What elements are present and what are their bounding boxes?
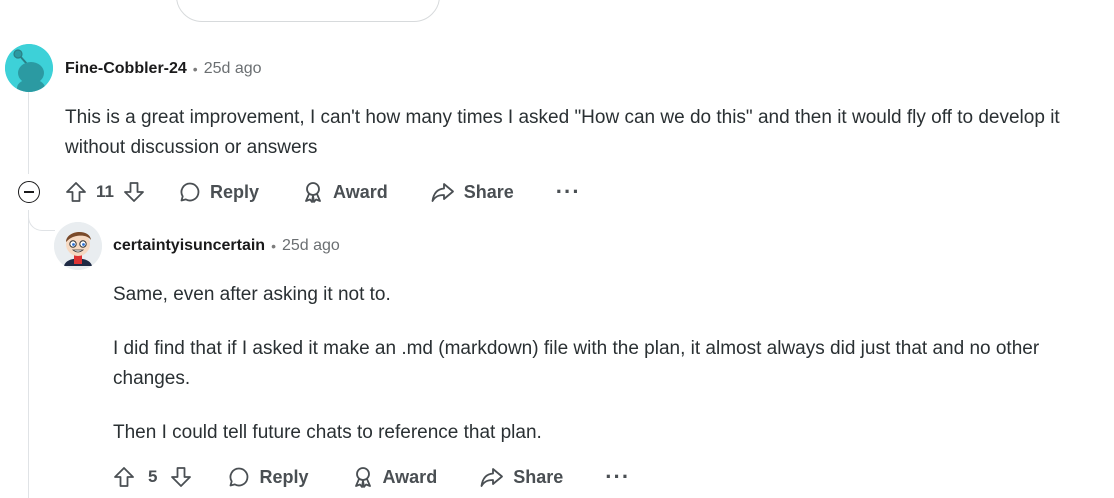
speech-bubble-icon [230,467,249,487]
comment-paragraph: Then I could tell future chats to refere… [113,422,542,443]
thread-line [28,92,29,174]
comment-actions: 5 Reply Award Share ··· [112,459,630,495]
comment-timestamp[interactable]: 25d ago [204,60,262,78]
award-button[interactable]: Award [301,180,388,204]
comment-meta: Fine-Cobbler-24 • 25d ago [65,58,262,80]
reply-button[interactable]: Reply [178,180,259,204]
comment-body: This is a great improvement, I can't how… [65,103,1095,163]
speech-bubble-icon [180,182,200,202]
snoo-avatar-icon [5,44,53,92]
comment-paragraph: Same, even after asking it not to. [113,284,391,305]
downvote-icon[interactable] [122,180,146,204]
downvote-icon[interactable] [169,465,193,489]
vote-group: 11 [64,180,146,204]
share-label: Share [513,466,564,487]
meta-separator: • [271,238,276,254]
award-icon [354,467,371,488]
more-options-button[interactable]: ··· [556,181,581,203]
comment-timestamp[interactable]: 25d ago [282,237,340,255]
share-button[interactable]: Share [479,465,563,489]
avatar[interactable] [5,44,53,92]
minus-icon [24,191,34,193]
comment-actions: 11 Reply Award Share ··· [64,174,581,210]
award-button[interactable]: Award [351,465,438,489]
meta-separator: • [192,61,198,77]
collapse-thread-button[interactable] [18,181,40,203]
cartoon-avatar-icon [54,222,102,270]
comment-body: Same, even after asking it not to. I did… [113,280,1098,448]
reply-button[interactable]: Reply [227,465,309,489]
vote-count: 5 [148,467,158,486]
vote-count: 11 [96,182,114,201]
upvote-icon[interactable] [112,465,136,489]
award-label: Award [382,466,438,487]
upvote-icon[interactable] [64,180,88,204]
share-button[interactable]: Share [430,180,514,204]
comment-paragraph: I did find that if I asked it make an .m… [113,338,1040,389]
reply-label: Reply [259,466,309,487]
author-name[interactable]: certaintyisuncertain [113,237,265,255]
award-icon [305,182,321,203]
thread-branch [28,210,55,231]
reply-label: Reply [209,181,260,202]
share-icon [431,183,454,202]
comment-paragraph: This is a great improvement, I can't how… [65,107,1060,158]
share-icon [480,468,504,487]
award-label: Award [333,181,388,202]
comment-meta: certaintyisuncertain • 25d ago [113,235,340,257]
thread-line [28,210,29,498]
share-label: Share [463,181,514,202]
author-name[interactable]: Fine-Cobbler-24 [65,60,187,78]
previous-action-pill[interactable] [176,0,440,22]
more-options-button[interactable]: ··· [605,466,630,488]
avatar[interactable] [54,222,102,270]
vote-group: 5 [112,465,193,489]
